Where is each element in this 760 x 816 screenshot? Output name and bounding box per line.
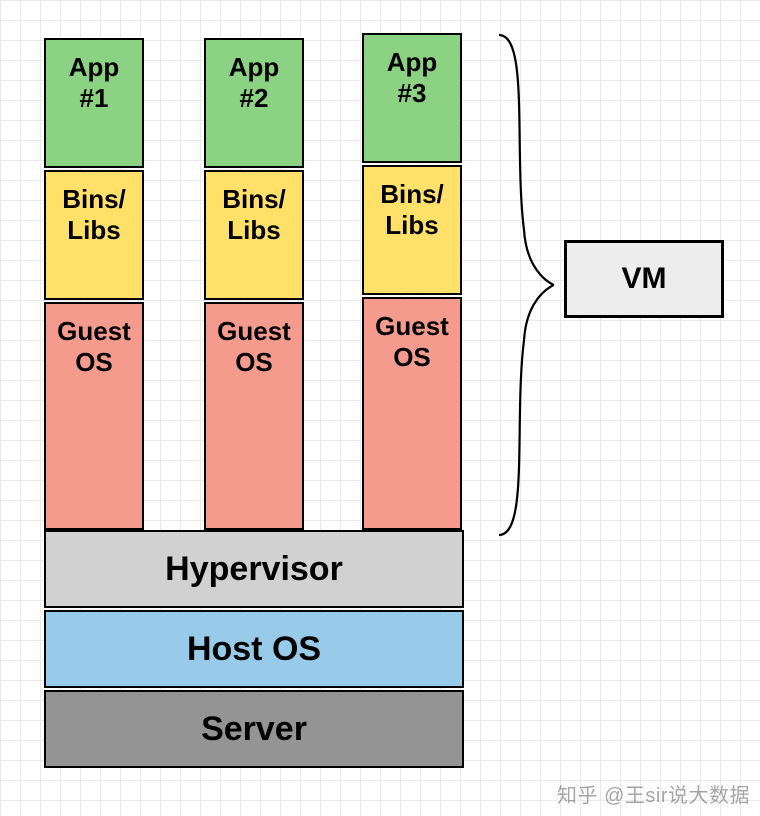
hypervisor-box: Hypervisor xyxy=(44,530,464,608)
bins-box-3: Bins/Libs xyxy=(362,165,462,295)
bins-box-1: Bins/Libs xyxy=(44,170,144,300)
watermark-text: 知乎 @王sir说大数据 xyxy=(557,779,750,808)
guest-os-box-2: GuestOS xyxy=(204,302,304,530)
guest-os-box-3: GuestOS xyxy=(362,297,462,530)
app-box-1: App#1 xyxy=(44,38,144,168)
bins-box-2: Bins/Libs xyxy=(204,170,304,300)
host-os-box: Host OS xyxy=(44,610,464,688)
brace-icon xyxy=(494,30,554,540)
server-box: Server xyxy=(44,690,464,768)
guest-os-box-1: GuestOS xyxy=(44,302,144,530)
app-box-3: App#3 xyxy=(362,33,462,163)
diagram-stage: App#1 Bins/Libs GuestOS App#2 Bins/Libs … xyxy=(44,30,724,790)
app-box-2: App#2 xyxy=(204,38,304,168)
vm-label-box: VM xyxy=(564,240,724,318)
